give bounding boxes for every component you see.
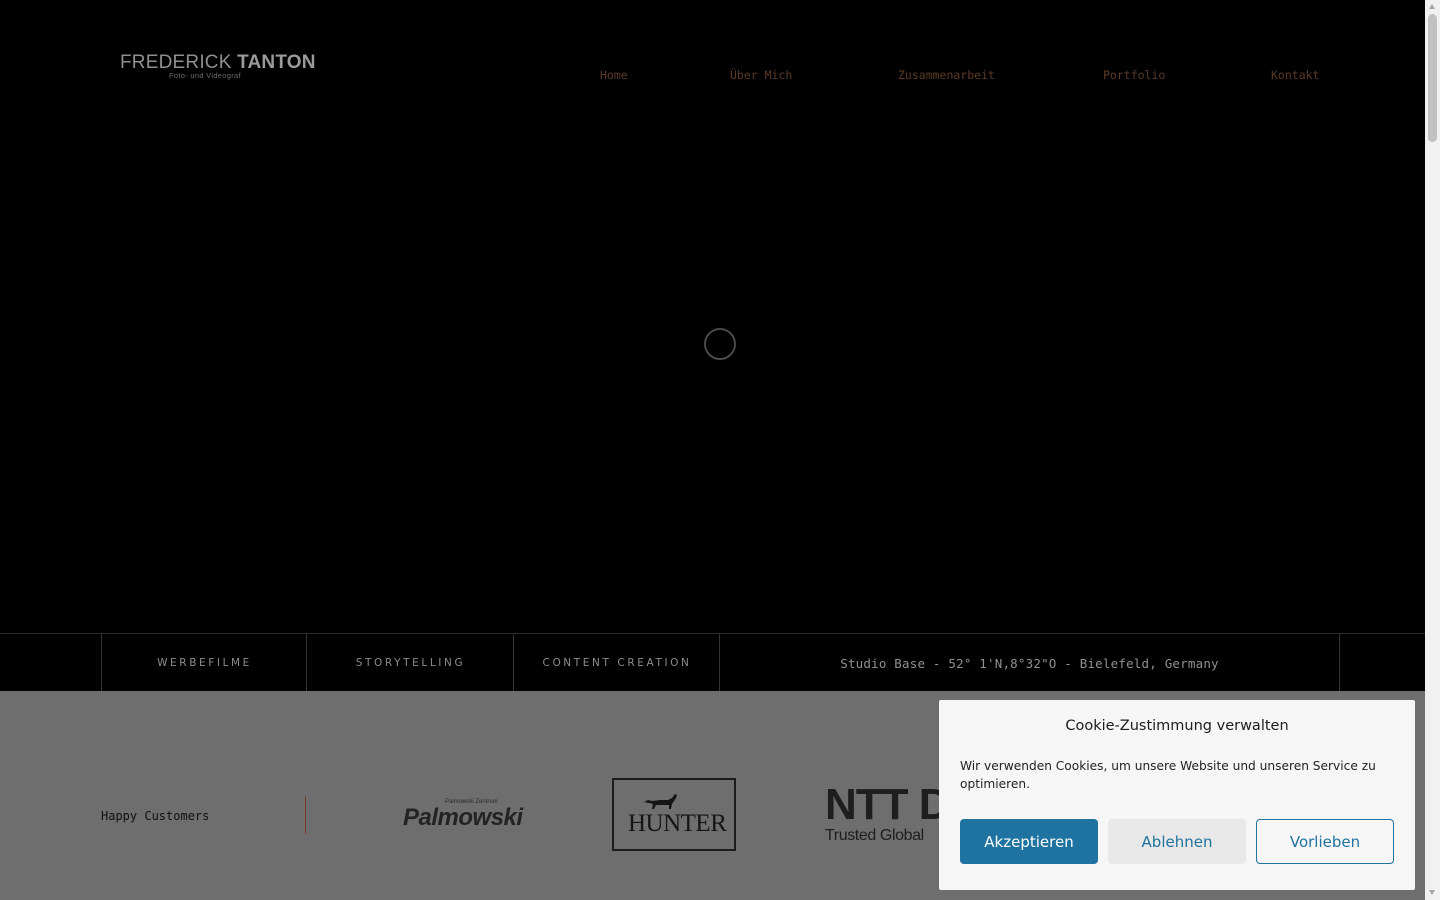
service-label: WERBEFILME [157,657,252,669]
scroll-up-arrow-icon[interactable] [1429,4,1435,9]
customer-logo-ntt: NTT D Trusted Global [825,783,945,851]
nav-ueber-mich[interactable]: Über Mich [730,68,792,82]
nav-home[interactable]: Home [600,68,628,82]
cookie-consent-dialog: Cookie-Zustimmung verwalten Wir verwende… [939,700,1415,890]
service-content-creation: CONTENT CREATION [513,634,720,692]
cookie-preferences-button[interactable]: Vorlieben [1256,819,1394,864]
customers-divider [305,796,306,834]
nav-portfolio[interactable]: Portfolio [1103,68,1165,82]
site-logo[interactable]: FREDERICK TANTON Foto- und Videograf [120,52,315,80]
hunter-wordmark: HUNTER [628,810,727,837]
dog-icon [644,794,677,809]
service-werbefilme: WERBEFILME [101,634,307,692]
services-strip: WERBEFILME STORYTELLING CONTENT CREATION… [0,633,1425,692]
palmowski-wordmark: Palmowski [403,804,523,831]
page: FREDERICK TANTON Foto- und Videograf Hom… [0,0,1425,900]
logo-last-name: TANTON [237,52,316,73]
service-label: STORYTELLING [355,657,466,669]
cookie-accept-button[interactable]: Akzeptieren [960,819,1098,864]
nav-zusammenarbeit[interactable]: Zusammenarbeit [898,68,995,82]
logo-first-name: FREDERICK [120,52,232,73]
studio-location: Studio Base - 52° 1'N,8°32"O - Bielefeld… [719,634,1340,692]
nav-kontakt[interactable]: Kontakt [1271,68,1319,82]
service-label: CONTENT CREATION [542,657,692,669]
customers-label: Happy Customers [101,809,210,823]
cookie-text: Wir verwenden Cookies, um unsere Website… [960,759,1376,791]
scroll-down-arrow-icon[interactable] [1429,890,1435,895]
page-scrollbar[interactable] [1425,0,1440,900]
customer-logo-palmowski: Palmowski Zentrum Palmowski [403,799,531,831]
cookie-title: Cookie-Zustimmung verwalten [1065,718,1289,734]
service-storytelling: STORYTELLING [306,634,514,692]
loading-spinner-icon [704,328,736,360]
ntt-subtitle: Trusted Global [825,827,924,844]
ntt-wordmark: NTT D [825,783,945,829]
customer-logo-hunter: HUNTER [612,778,736,851]
cookie-deny-button[interactable]: Ablehnen [1108,819,1246,864]
scroll-thumb[interactable] [1428,14,1437,142]
studio-location-text: Studio Base - 52° 1'N,8°32"O - Bielefeld… [840,655,1219,671]
